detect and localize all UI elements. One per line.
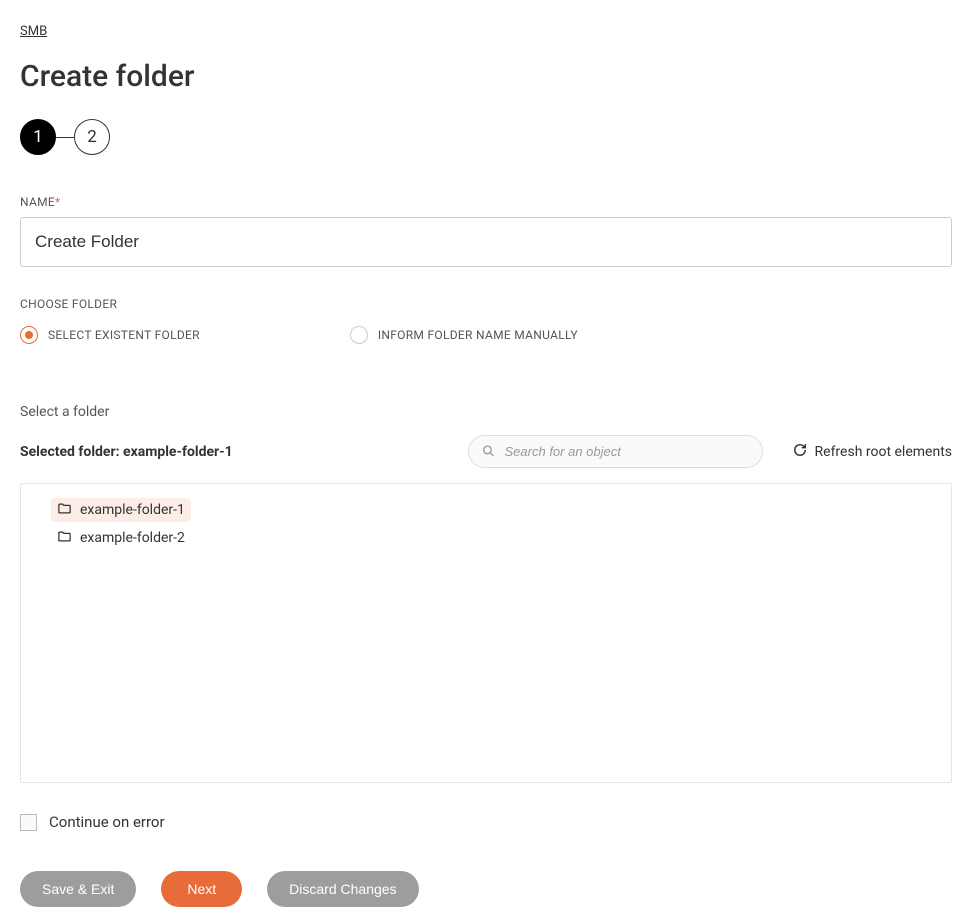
radio-select-existent[interactable]: SELECT EXISTENT FOLDER bbox=[20, 326, 200, 344]
name-input[interactable] bbox=[20, 217, 952, 267]
tree-item-label: example-folder-1 bbox=[80, 503, 185, 517]
stepper: 1 2 bbox=[20, 119, 952, 155]
tree-item[interactable]: example-folder-1 bbox=[51, 498, 191, 522]
required-indicator: * bbox=[55, 195, 60, 209]
radio-indicator-checked bbox=[20, 326, 38, 344]
continue-on-error-checkbox[interactable] bbox=[20, 814, 37, 831]
next-button[interactable]: Next bbox=[161, 871, 242, 907]
save-exit-button[interactable]: Save & Exit bbox=[20, 871, 136, 907]
refresh-icon bbox=[793, 443, 807, 461]
radio-indicator-unchecked bbox=[350, 326, 368, 344]
page-title: Create folder bbox=[20, 59, 952, 94]
radio-inform-manual[interactable]: INFORM FOLDER NAME MANUALLY bbox=[350, 326, 578, 344]
tree-item-label: example-folder-2 bbox=[80, 531, 185, 545]
folder-tree: example-folder-1 example-folder-2 bbox=[20, 483, 952, 783]
refresh-root-elements[interactable]: Refresh root elements bbox=[793, 443, 952, 461]
search-icon bbox=[482, 442, 495, 461]
folder-icon bbox=[57, 529, 72, 547]
name-label: NAME* bbox=[20, 195, 952, 209]
search-wrap bbox=[468, 435, 763, 468]
selected-folder-text: Selected folder: example-folder-1 bbox=[20, 444, 233, 460]
search-input[interactable] bbox=[468, 435, 763, 468]
breadcrumb-smb[interactable]: SMB bbox=[20, 24, 47, 39]
folder-icon bbox=[57, 501, 72, 519]
step-1[interactable]: 1 bbox=[20, 119, 56, 155]
continue-on-error-label: Continue on error bbox=[49, 813, 165, 831]
refresh-label: Refresh root elements bbox=[815, 444, 952, 460]
select-folder-title: Select a folder bbox=[20, 404, 952, 420]
radio-label-manual: INFORM FOLDER NAME MANUALLY bbox=[378, 328, 578, 342]
tree-item[interactable]: example-folder-2 bbox=[51, 526, 191, 550]
choose-folder-label: CHOOSE FOLDER bbox=[20, 297, 952, 311]
discard-button[interactable]: Discard Changes bbox=[267, 871, 418, 907]
radio-label-existent: SELECT EXISTENT FOLDER bbox=[48, 328, 200, 342]
step-connector bbox=[56, 137, 74, 138]
step-2[interactable]: 2 bbox=[74, 119, 110, 155]
